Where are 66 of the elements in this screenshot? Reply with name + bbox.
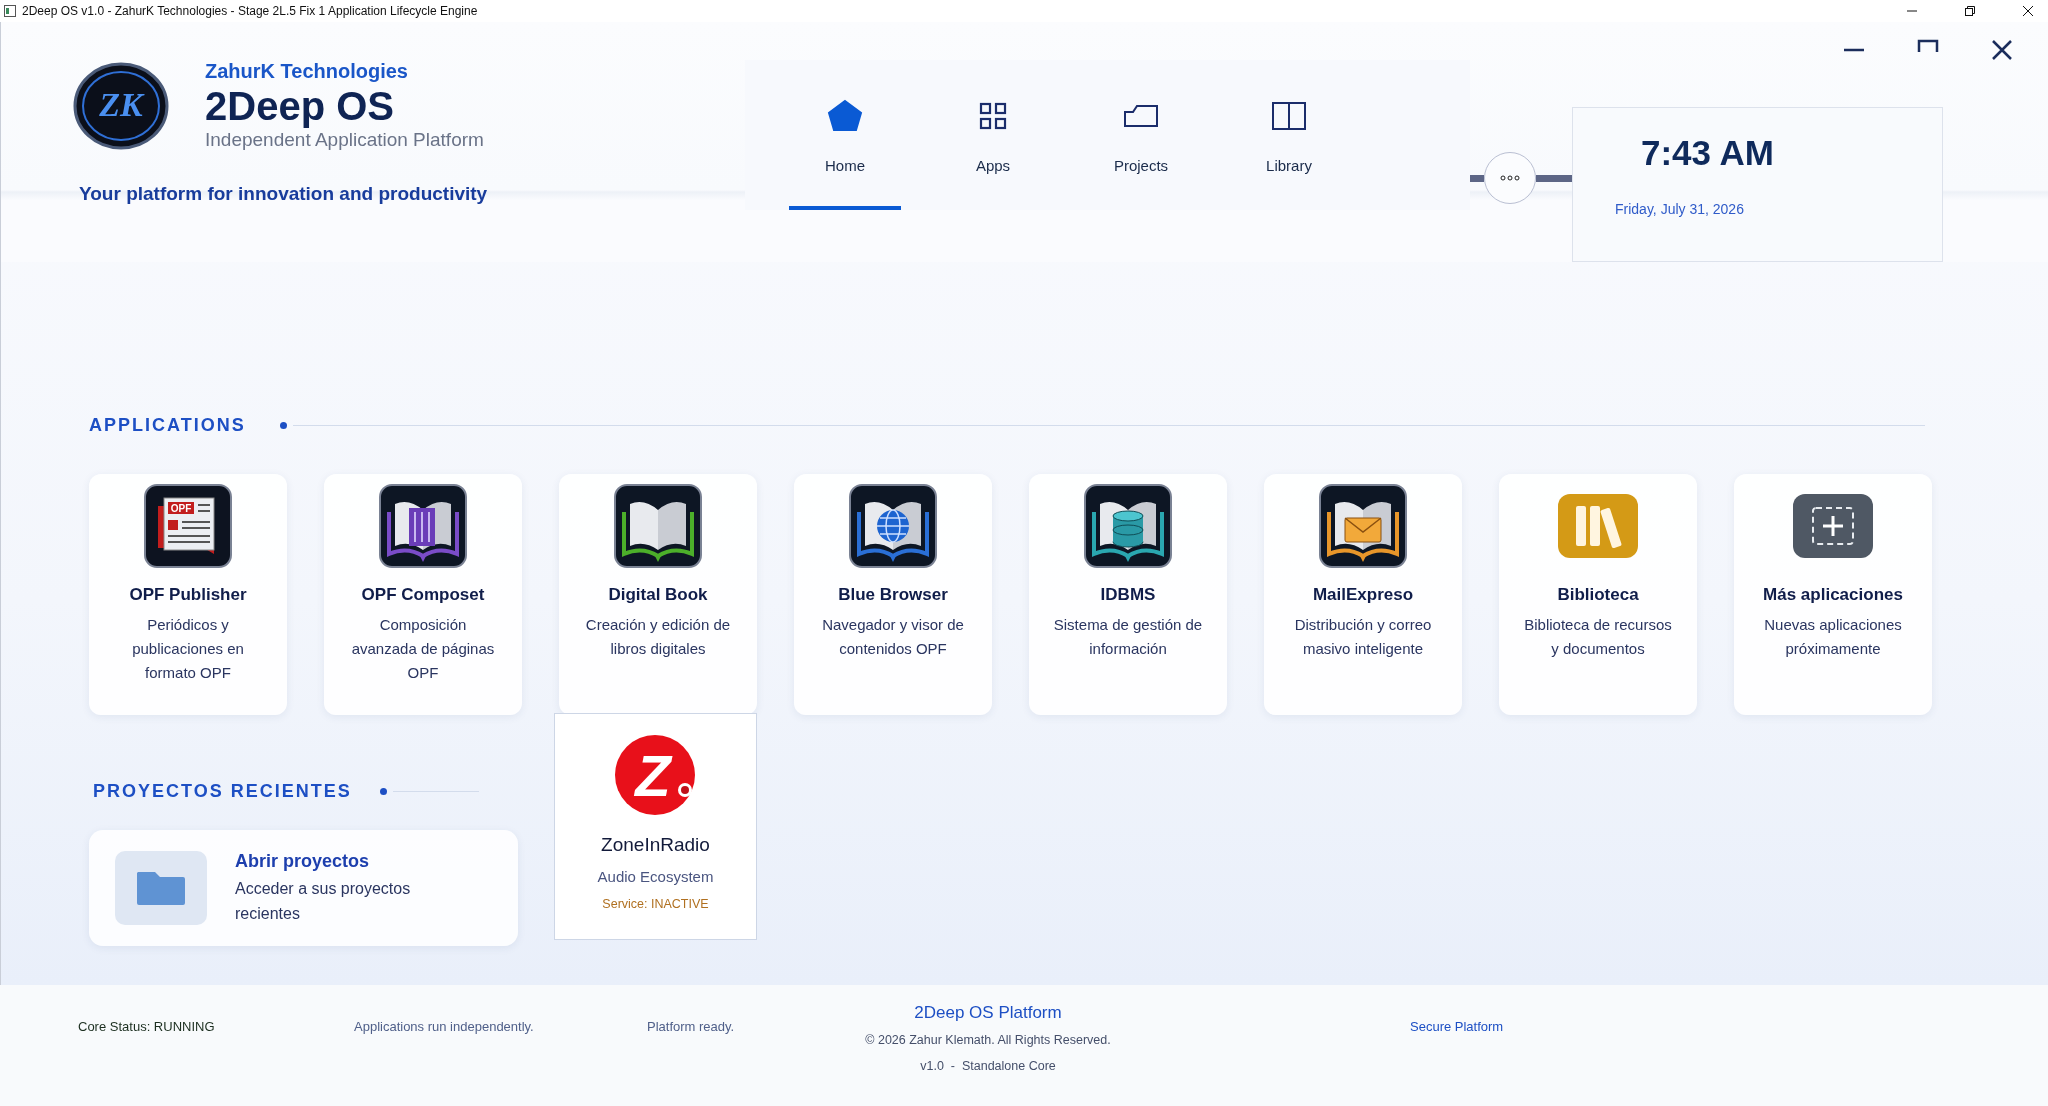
home-icon bbox=[827, 98, 863, 134]
app-description: Composición avanzada de páginas OPF bbox=[350, 615, 496, 683]
card-description: Acceder a sus proyectos recientes bbox=[235, 878, 412, 924]
app-description: Biblioteca de recursos y documentos bbox=[1523, 615, 1673, 659]
newspaper-icon: OPF bbox=[144, 484, 232, 568]
app-card[interactable]: OPF OPF Publisher Periódicos y publicaciones en formato OPF bbox=[89, 474, 287, 715]
app-card[interactable]: MailExpreso Distribución y correo masivo inteligente bbox=[1264, 474, 1462, 715]
app-description: Sistema de gestión de información bbox=[1053, 615, 1203, 659]
app-card[interactable]: Blue Browser Navegador y visor de contenidos OPF bbox=[794, 474, 992, 715]
envelope-book-icon bbox=[1319, 484, 1407, 568]
bullet-dot bbox=[279, 422, 287, 429]
app-description: Nuevas aplicaciones próximamente bbox=[1763, 615, 1903, 659]
bullet-dot bbox=[379, 788, 387, 795]
app-card[interactable]: OPF Composet Composición avanzada de páginas OPF bbox=[324, 474, 522, 715]
close-icon[interactable] bbox=[1990, 38, 2014, 62]
product-subtitle: Independent Application Platform bbox=[205, 129, 484, 151]
clock-date: Friday, July 31, 2026 bbox=[1615, 201, 1745, 217]
globe-book-icon bbox=[849, 484, 937, 568]
nav-tab[interactable]: Apps bbox=[937, 60, 1049, 210]
app-description: Creación y edición de libros digitales bbox=[584, 615, 732, 659]
footer-note: Applications run independently. bbox=[354, 1019, 535, 1034]
app-description: Navegador y visor de contenidos OPF bbox=[821, 615, 965, 659]
app-name: ZoneInRadio bbox=[601, 834, 710, 856]
app-card[interactable]: Digital Book Creación y edición de libros digitales bbox=[559, 474, 757, 715]
app-name: OPF Publisher bbox=[129, 585, 247, 605]
book-icon bbox=[614, 484, 702, 568]
app-name: OPF Composet bbox=[361, 585, 485, 605]
open-projects-card[interactable]: Abrir proyectos Acceder a sus proyectos recientes bbox=[89, 830, 518, 946]
app-icon bbox=[4, 5, 16, 17]
close-icon[interactable] bbox=[2022, 5, 2034, 17]
nav-tab[interactable]: Projects bbox=[1085, 60, 1197, 210]
app-description: Periódicos y publicaciones en formato OPF bbox=[131, 615, 245, 683]
footer-title: 2Deep OS Platform bbox=[914, 1003, 1062, 1023]
folder-icon bbox=[135, 869, 187, 907]
app-card[interactable]: Biblioteca Biblioteca de recursos y documentos bbox=[1499, 474, 1697, 715]
nav-tab[interactable]: Home bbox=[789, 60, 901, 210]
restore-icon[interactable] bbox=[1964, 5, 1976, 17]
service-status: Service: INACTIVE bbox=[602, 897, 709, 911]
secure-label: Secure Platform bbox=[1410, 1019, 1504, 1034]
database-book-icon bbox=[1084, 484, 1172, 568]
tagline: Your platform for innovation and productivity bbox=[79, 183, 489, 205]
app-card[interactable]: Más aplicaciones Nuevas aplicaciones próximamente bbox=[1734, 474, 1932, 715]
company-name: ZahurK Technologies bbox=[205, 60, 409, 83]
book-icon bbox=[379, 484, 467, 568]
app-name: MailExpreso bbox=[1312, 585, 1414, 605]
app-card[interactable]: IDBMS Sistema de gestión de información bbox=[1029, 474, 1227, 715]
app-name: Blue Browser bbox=[838, 585, 948, 605]
logo: ZK bbox=[73, 62, 169, 150]
card-title: Abrir proyectos bbox=[235, 850, 371, 872]
app-subtitle: Audio Ecosystem bbox=[597, 868, 714, 885]
section-title: APPLICATIONS bbox=[89, 415, 246, 436]
app-description: Distribución y correo masivo inteligente bbox=[1293, 615, 1433, 659]
window-title: 2Deep OS v1.0 - ZahurK Technologies - Stage 2L.5 Fix 1 Application Lifecycle Engine bbox=[22, 4, 478, 18]
section-title: PROYECTOS RECIENTES bbox=[93, 781, 352, 802]
nav-tab[interactable]: Library bbox=[1233, 60, 1345, 210]
app-name: Más aplicaciones bbox=[1763, 585, 1903, 605]
copyright: © 2026 Zahur Klemath. All Rights Reserved. bbox=[865, 1033, 1111, 1047]
clock-time: 7:43 AM bbox=[1641, 133, 1775, 173]
app-name: Digital Book bbox=[608, 585, 708, 605]
ellipsis-icon bbox=[1500, 175, 1520, 181]
app-name: Biblioteca bbox=[1557, 585, 1639, 605]
core-status: Core Status: RUNNING bbox=[78, 1019, 216, 1034]
version-text: v1.0 - Standalone Core bbox=[920, 1059, 1056, 1073]
product-name: 2Deep OS bbox=[205, 83, 395, 129]
footer-note: Platform ready. bbox=[647, 1019, 736, 1034]
app-name: IDBMS bbox=[1100, 585, 1156, 605]
